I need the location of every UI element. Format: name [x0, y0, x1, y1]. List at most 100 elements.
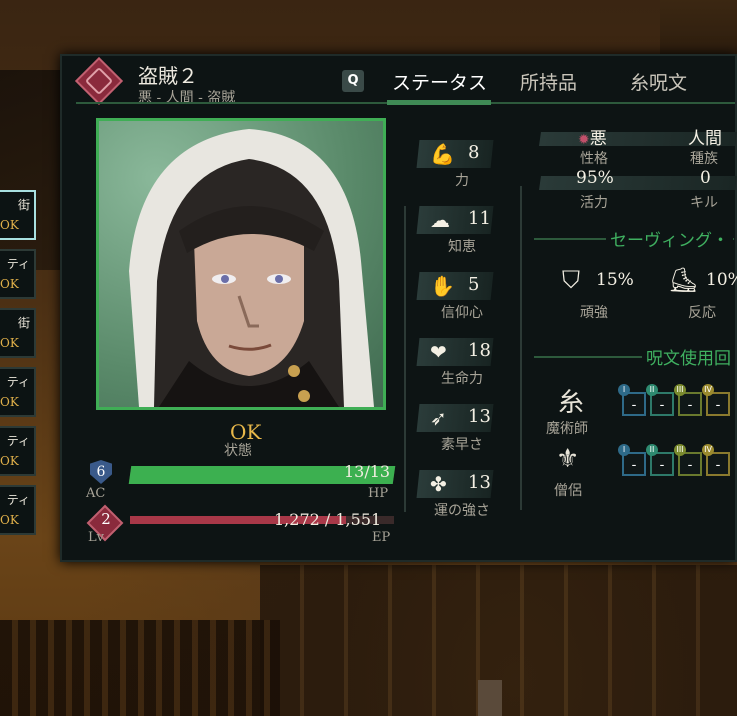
party-slot-label: ティ: [6, 493, 30, 507]
heart-icon: ❤: [430, 340, 447, 364]
priest-slots: I- II - III - IV -: [618, 444, 730, 476]
party-slot[interactable]: ティ OK: [0, 367, 36, 417]
boot-icon: ⛸: [668, 266, 699, 294]
party-slot[interactable]: 街 OK: [0, 308, 36, 358]
ep-value: 1,272 / 1,551: [274, 510, 382, 529]
attribute-label: 生命力: [441, 371, 483, 387]
spell-level-badge: IV: [702, 384, 714, 396]
status-panel: 盗賊２ 悪 - 人間 - 盗賊 Q ステータス 所持品 ⽷呪文 OK 状態 6 …: [60, 54, 737, 562]
tab-status[interactable]: ステータス: [392, 68, 487, 95]
spells-title: 呪文使用回: [642, 344, 735, 369]
spell-level-badge: II: [646, 444, 658, 456]
vitality-label: 活力: [580, 195, 608, 211]
level-value: 2: [101, 510, 111, 528]
party-slot-label: ティ: [6, 257, 30, 271]
spell-slot-value: -: [687, 397, 693, 413]
character-name: 盗賊２: [138, 64, 198, 88]
spell-slot: II -: [646, 384, 674, 416]
kills-value: 0: [700, 168, 711, 188]
attribute-label: 素早さ: [441, 437, 483, 453]
party-slot-state: OK: [0, 395, 19, 409]
saving-label: 反応: [688, 305, 716, 321]
attribute-value: 11: [468, 208, 491, 229]
kills-label: キル: [690, 195, 718, 211]
spell-school-label: 魔術師: [546, 421, 588, 437]
mage-icon: ⽷: [558, 388, 585, 418]
background-fence: [0, 620, 280, 716]
spell-slot: I-: [618, 384, 646, 416]
attribute-value: 13: [468, 472, 491, 493]
spell-slot-value: -: [659, 457, 665, 473]
shield-icon: ⛉: [562, 266, 580, 294]
party-slot-label: ティ: [6, 375, 30, 389]
party-slot-state: OK: [0, 218, 19, 232]
background-post: [478, 680, 502, 716]
attribute-value: 8: [468, 142, 480, 163]
party-slot-label: 街: [17, 198, 30, 212]
spell-slot: I-: [618, 444, 646, 476]
saving-value: 15%: [596, 270, 634, 290]
party-slot[interactable]: 街 OK: [0, 190, 36, 240]
attribute-value: 13: [468, 406, 491, 427]
alignment-text: 悪: [589, 129, 607, 149]
attribute-intelligence: ☁ 11 知恵: [416, 206, 500, 256]
mage-slots: I- II - III - IV -: [618, 384, 730, 416]
spell-school-label: 僧侶: [554, 483, 582, 499]
party-slot-state: OK: [0, 336, 19, 350]
party-slot[interactable]: ティ OK: [0, 249, 36, 299]
attribute-luck: ✤ 13 運の強さ: [416, 470, 500, 520]
attribute-value: 18: [468, 340, 491, 361]
party-slot-label: ティ: [6, 434, 30, 448]
party-list: 街 OK ティ OK 街 OK ティ OK ティ OK ティ OK: [0, 190, 44, 544]
attribute-label: 運の強さ: [434, 503, 490, 519]
spell-level-badge: I: [618, 444, 630, 456]
vitality-value: 95%: [576, 168, 614, 188]
active-tab-indicator: [387, 100, 491, 105]
info-divider: [520, 186, 522, 510]
faith-icon: ✋: [430, 274, 455, 298]
party-slot-state: OK: [0, 513, 19, 527]
spell-slot-value: -: [715, 457, 721, 473]
spell-slot-value: -: [631, 457, 637, 473]
race-label: 種族: [690, 151, 718, 167]
level-label: Lv: [88, 530, 104, 545]
saving-label: 頑強: [580, 305, 608, 321]
priest-icon: ⚜: [556, 444, 580, 474]
clover-icon: ✤: [430, 472, 447, 496]
spell-slot-value: -: [687, 457, 693, 473]
attribute-label: 力: [455, 173, 469, 189]
attribute-divider: [404, 206, 406, 512]
armor-class-icon: 6: [90, 460, 112, 484]
tab-inventory[interactable]: 所持品: [520, 68, 577, 95]
attribute-piety: ✋ 5 信仰心: [416, 272, 500, 322]
alignment-label: 性格: [580, 151, 608, 167]
ep-label: EP: [372, 530, 391, 545]
strength-icon: 💪: [430, 142, 455, 166]
party-slot[interactable]: ティ OK: [0, 485, 36, 535]
party-slot-state: OK: [0, 454, 19, 468]
tab-spells-label: 呪文: [649, 72, 688, 94]
evil-icon: ✹: [578, 132, 590, 148]
party-slot-state: OK: [0, 277, 19, 291]
alignment-value: ✹悪: [578, 124, 607, 149]
party-slot[interactable]: ティ OK: [0, 426, 36, 476]
status-label: 状態: [224, 443, 252, 459]
brain-icon: ☁: [430, 208, 450, 232]
spell-level-badge: III: [674, 444, 686, 456]
spell-slot: IV -: [702, 444, 730, 476]
spell-level-badge: III: [674, 384, 686, 396]
tab-switch-key[interactable]: Q: [342, 70, 364, 92]
spell-level-badge: II: [646, 384, 658, 396]
spell-level-badge: IV: [702, 444, 714, 456]
spell-slot: III -: [674, 444, 702, 476]
spellbook-icon: ⽷: [630, 72, 650, 94]
attribute-vitality: ❤ 18 生命力: [416, 338, 500, 388]
class-emblem-icon: [74, 56, 124, 106]
hp-value: 13/13: [344, 462, 391, 481]
spell-slot: II -: [646, 444, 674, 476]
agility-icon: ➶: [430, 406, 447, 430]
race-value: 人間: [688, 129, 722, 149]
armor-class-label: AC: [86, 486, 106, 501]
tab-spells[interactable]: ⽷呪文: [630, 68, 687, 95]
spell-slot-value: -: [715, 397, 721, 413]
